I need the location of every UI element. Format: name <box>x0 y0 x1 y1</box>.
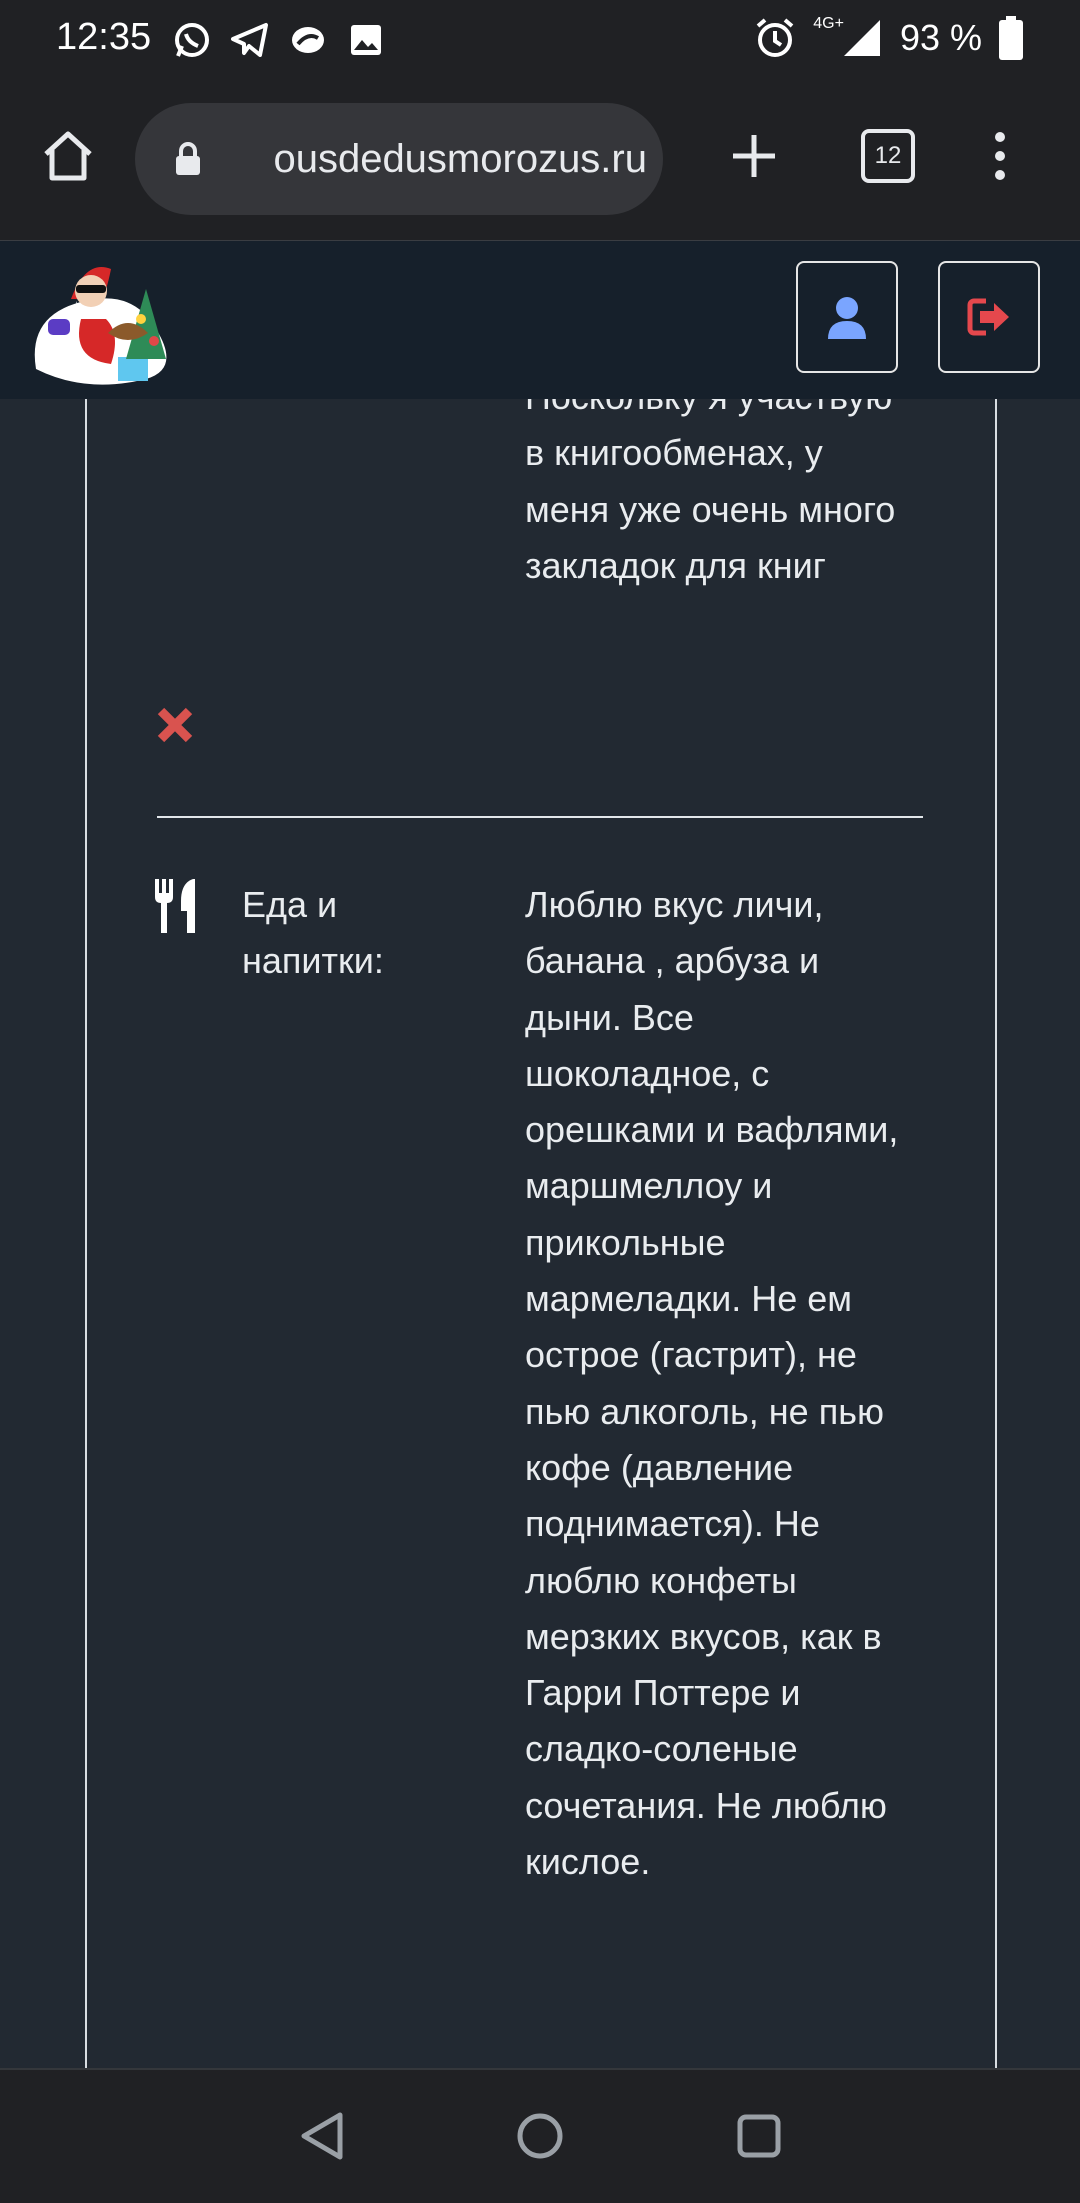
profile-button[interactable] <box>796 261 898 373</box>
nav-back-button[interactable] <box>292 2106 352 2166</box>
status-right: 4G+ 93 % <box>753 15 1024 60</box>
app-icon <box>288 20 328 60</box>
remove-x-icon[interactable] <box>155 705 195 745</box>
back-triangle-icon <box>301 2112 343 2160</box>
browser-menu-button[interactable] <box>950 106 1050 206</box>
user-icon <box>828 297 866 339</box>
status-time: 12:35 <box>56 16 152 58</box>
sign-out-icon <box>967 298 1009 336</box>
recents-square-icon <box>737 2114 781 2158</box>
home-icon <box>44 131 92 181</box>
tab-switcher-button[interactable]: 12 <box>838 106 938 206</box>
whatsapp-icon <box>172 20 212 60</box>
lock-icon <box>176 142 200 175</box>
entry-text: Люблю вкус личи, банана , арбуза и дыни.… <box>525 884 899 1883</box>
alarm-icon <box>756 18 794 57</box>
santa-logo-icon[interactable] <box>26 249 186 395</box>
new-tab-button[interactable] <box>704 106 804 206</box>
category-label: Еда и напитки: <box>242 884 384 982</box>
browser-home-button[interactable] <box>18 106 118 206</box>
nav-recents-button[interactable] <box>729 2106 789 2166</box>
utensils-icon <box>153 879 199 933</box>
status-bar: 12:35 4G+ 93 % <box>0 0 1080 78</box>
address-bar[interactable]: ousdedusmorozus.ru <box>135 103 663 215</box>
notification-icons <box>172 20 386 60</box>
previous-entry-text: Поскольку я участвую в книгообменах, у м… <box>525 399 896 586</box>
plus-icon <box>733 135 775 177</box>
network-type: 4G+ <box>813 15 844 32</box>
url-text: ousdedusmorozus.ru <box>273 137 647 181</box>
gallery-icon <box>346 20 386 60</box>
site-header <box>0 241 1080 399</box>
entry-divider <box>157 816 923 818</box>
more-vert-icon <box>995 132 1005 180</box>
android-nav-bar <box>0 2068 1080 2203</box>
nav-home-button[interactable] <box>510 2106 570 2166</box>
home-circle-icon <box>517 2113 563 2159</box>
tab-count-icon: 12 <box>861 129 915 183</box>
battery-icon <box>999 16 1023 60</box>
signal-icon <box>843 20 880 56</box>
battery-percent: 93 % <box>899 17 982 58</box>
wishlist-content: Поскольку я участвую в книгообменах, у м… <box>0 399 1080 2068</box>
telegram-icon <box>230 20 270 60</box>
logout-button[interactable] <box>938 261 1040 373</box>
browser-toolbar: ousdedusmorozus.ru 12 <box>0 78 1080 242</box>
tab-count: 12 <box>874 142 902 169</box>
